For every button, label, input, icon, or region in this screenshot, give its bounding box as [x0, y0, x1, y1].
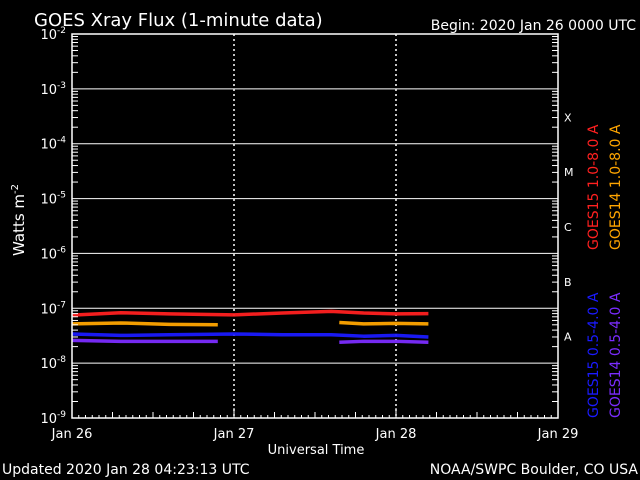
- y-tick-label: 10-5: [40, 191, 66, 208]
- series-line: [339, 339, 429, 345]
- y-tick-label: 10-7: [40, 300, 66, 317]
- y-tick-label: 10-8: [40, 355, 66, 372]
- x-tick-label: Jan 29: [537, 427, 579, 442]
- legend-entry: GOES15 1.0-8.0 A: [586, 124, 602, 250]
- svg-text:Watts m-2: Watts m-2: [10, 184, 28, 256]
- updated-label: Updated 2020 Jan 28 04:23:13 UTC: [2, 462, 250, 478]
- series-line: [71, 309, 429, 317]
- flare-class-label: A: [564, 331, 572, 344]
- x-tick-label: Jan 26: [51, 427, 93, 442]
- flare-class-label: C: [564, 221, 572, 234]
- series-line: [71, 338, 218, 344]
- series-line: [339, 320, 429, 326]
- legend-entry: GOES14 1.0-8.0 A: [608, 124, 624, 250]
- y-tick-label: 10-4: [40, 136, 66, 153]
- legend-layer: GOES15 1.0-8.0 A GOES14 1.0-8.0 A GOES15 0…: [586, 124, 624, 418]
- flare-class-label: M: [564, 166, 574, 179]
- x-axis-label: Universal Time: [268, 443, 365, 458]
- flare-class-label: B: [564, 276, 572, 289]
- y-tick-label: 10-9: [40, 410, 66, 427]
- chart-title: GOES Xray Flux (1-minute data): [34, 10, 323, 31]
- x-tick-label: Jan 28: [375, 427, 417, 442]
- credit-label: NOAA/SWPC Boulder, CO USA: [430, 462, 639, 478]
- flare-class-label: X: [564, 111, 572, 124]
- y-tick-label: 10-6: [40, 245, 66, 262]
- legend-entry: GOES15 0.5-4.0 A: [586, 292, 602, 418]
- goes-xray-chart: GOES Xray Flux (1-minute data) Begin: 20…: [2, 10, 639, 478]
- series-layer: [71, 309, 429, 345]
- grid-layer: [72, 34, 558, 418]
- y-tick-label: 10-3: [40, 81, 66, 98]
- y-tick-label: 10-2: [40, 26, 66, 43]
- series-line: [71, 321, 218, 327]
- plot-frame: [71, 33, 559, 419]
- legend-entry: GOES14 0.5-4.0 A: [608, 292, 624, 418]
- series-line: [71, 332, 429, 339]
- y-axis-label: Watts m-2: [10, 184, 28, 256]
- x-tick-label: Jan 27: [213, 427, 255, 442]
- begin-label: Begin: 2020 Jan 26 0000 UTC: [431, 18, 636, 34]
